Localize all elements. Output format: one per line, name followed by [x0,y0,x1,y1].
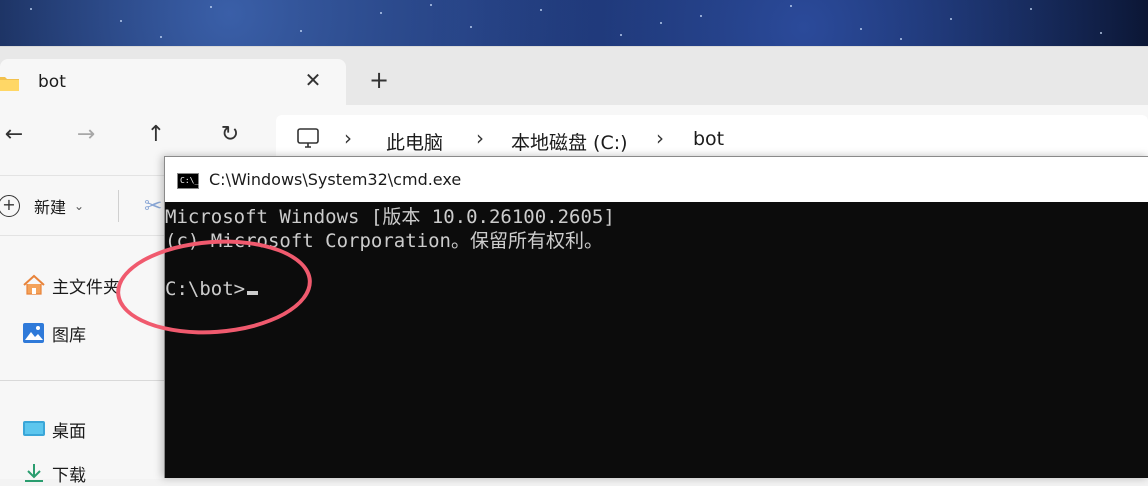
refresh-icon[interactable]: ↻ [216,121,244,149]
forward-arrow-icon[interactable]: → [72,121,100,149]
sidebar-item-label: 桌面 [52,421,86,442]
divider [0,380,164,381]
computer-icon [297,128,319,148]
tab-bot[interactable]: bot ✕ [0,59,346,105]
folder-icon [0,77,19,91]
tab-title: bot [38,72,66,92]
sidebar-item-downloads[interactable]: 下载 [22,460,86,486]
chevron-right-icon[interactable]: › [344,126,352,150]
close-icon[interactable]: ✕ [302,69,324,91]
new-button[interactable]: + 新建 ⌄ [0,192,84,220]
breadcrumb-local-disk[interactable]: 本地磁盘 (C:) [511,128,628,155]
sidebar-item-gallery[interactable]: 图库 [22,320,86,346]
scissors-icon[interactable]: ✂ [144,194,162,219]
back-arrow-icon[interactable]: ← [0,121,28,149]
breadcrumb-bot[interactable]: bot [693,128,724,150]
sidebar-item-desktop[interactable]: 桌面 [22,416,86,442]
breadcrumb-this-pc[interactable]: 此电脑 [386,128,443,155]
sidebar-item-label: 主文件夹 [52,277,120,298]
home-icon [23,274,45,295]
up-arrow-icon[interactable]: ↑ [142,121,170,149]
chevron-down-icon: ⌄ [74,199,85,213]
new-button-label: 新建 [34,198,67,217]
sidebar-item-label: 图库 [52,325,86,346]
plus-icon[interactable]: + [368,68,390,92]
plus-circle-icon: + [0,195,20,217]
download-icon [25,464,43,482]
window-title: C:\Windows\System32\cmd.exe [209,170,462,189]
desktop-icon [23,421,45,436]
cmd-app-icon: C:\_ [177,173,199,189]
chevron-right-icon[interactable]: › [656,126,664,150]
console-output[interactable]: Microsoft Windows [版本 10.0.26100.2605] (… [165,203,1148,478]
cmd-title-bar[interactable]: C:\_ C:\Windows\System32\cmd.exe [165,157,1148,202]
divider [118,190,119,222]
console-line: Microsoft Windows [版本 10.0.26100.2605] [165,206,615,228]
chevron-right-icon[interactable]: › [476,126,484,150]
tab-bar: bot ✕ + [0,47,1148,105]
desktop-wallpaper [0,0,1148,46]
cmd-window[interactable]: C:\_ C:\Windows\System32\cmd.exe Microso… [164,156,1148,478]
gallery-icon [23,323,44,343]
sidebar-item-label: 下载 [52,465,86,486]
sidebar-item-home[interactable]: 主文件夹 [22,272,120,298]
